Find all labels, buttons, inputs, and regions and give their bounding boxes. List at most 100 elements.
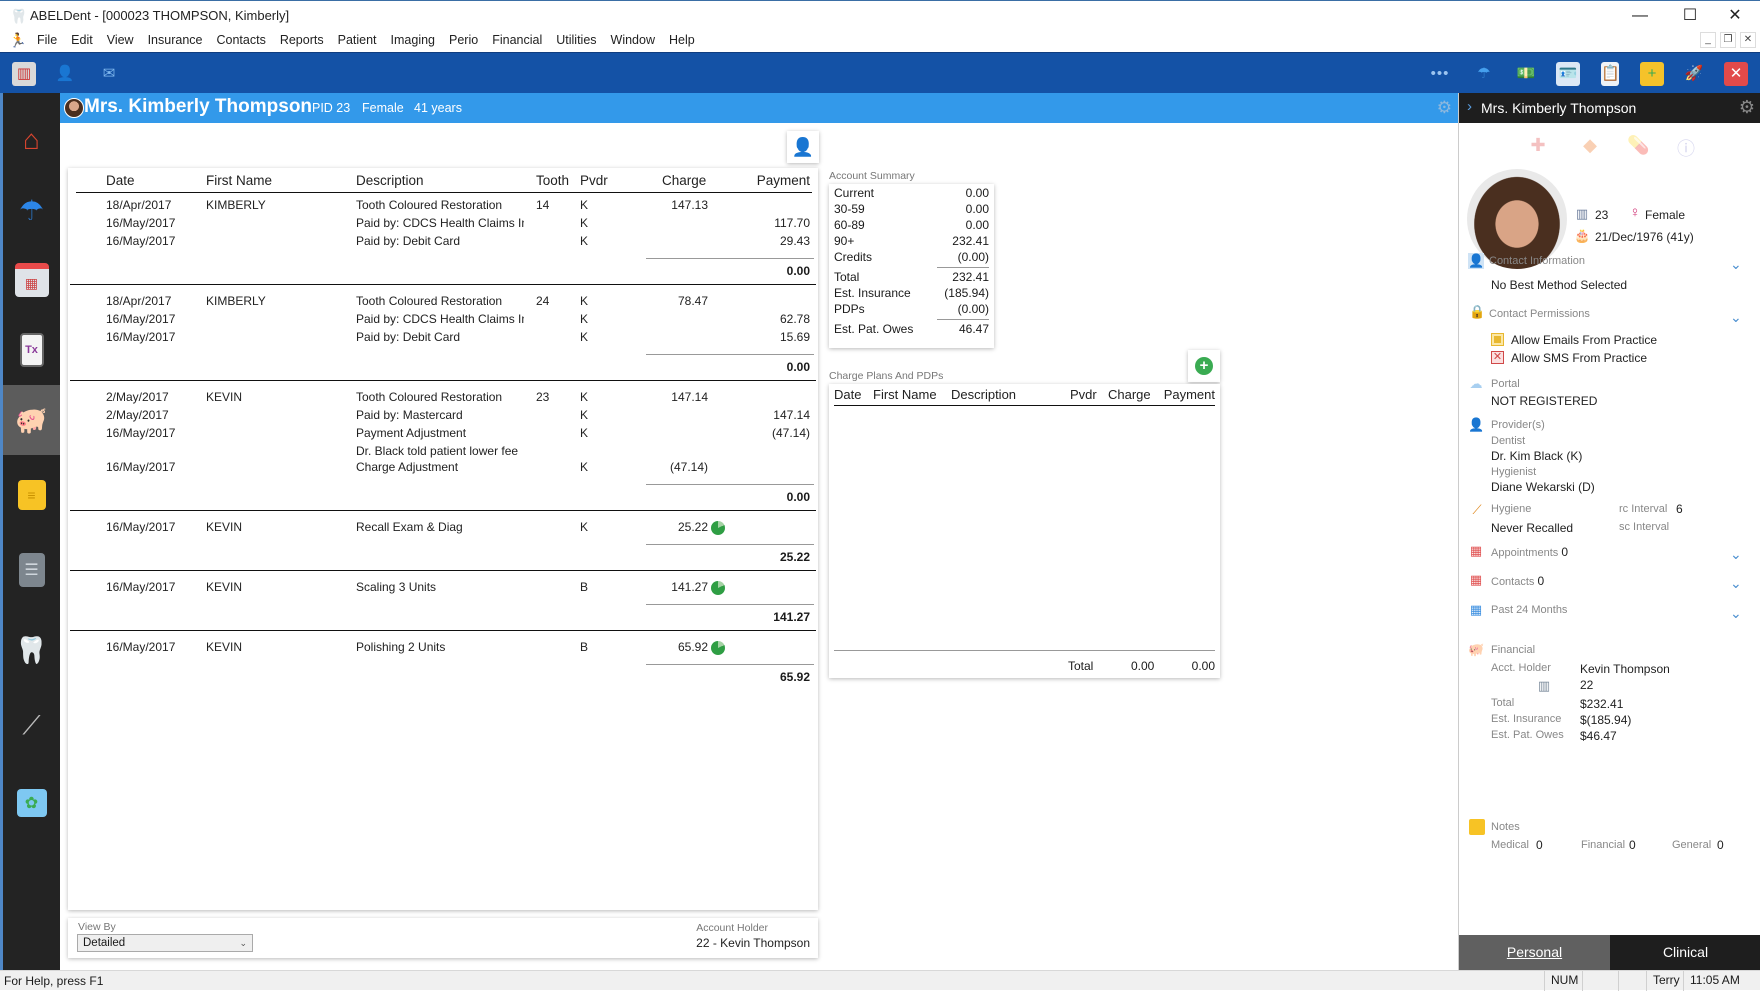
tab-clinical[interactable]: Clinical	[1610, 935, 1760, 970]
nav-financial[interactable]: 🐖	[3, 385, 60, 455]
menu-utilities[interactable]: Utilities	[549, 33, 603, 47]
menu-insurance[interactable]: Insurance	[141, 33, 210, 47]
toolbar: ▥ 👤 ✉ ••• ☂ 💵 🪪 📋 + 🚀 ✕	[0, 52, 1760, 93]
nav-home[interactable]: ⌂	[3, 105, 60, 175]
window-title: ABELDent - [000023 THOMPSON, Kimberly]	[30, 8, 290, 23]
plan-col-description[interactable]: Description	[951, 387, 1016, 402]
patient-gender: Female	[362, 101, 404, 115]
patient-search-icon[interactable]: 👤	[53, 62, 77, 86]
menu-financial[interactable]: Financial	[485, 33, 549, 47]
plan-col-pvdr[interactable]: Pvdr	[1070, 387, 1097, 402]
col-payment[interactable]: Payment	[757, 173, 810, 188]
nav-treatment[interactable]: Tx	[3, 315, 60, 385]
insurance-icon[interactable]: ☂	[1472, 62, 1496, 86]
nav-notes[interactable]: ≡	[3, 460, 60, 530]
barcode-icon: ▥	[1575, 206, 1589, 221]
menu-contacts[interactable]: Contacts	[209, 33, 272, 47]
nav-chart[interactable]: 🦷	[3, 615, 60, 685]
past-24-months-expand-icon[interactable]: ⌄	[1730, 606, 1744, 620]
plan-col-charge[interactable]: Charge	[1108, 387, 1151, 402]
maximize-button[interactable]: ☐	[1670, 5, 1710, 27]
nav-appointments[interactable]: ▦	[3, 245, 60, 315]
add-charge-plan-button[interactable]: +	[1188, 350, 1220, 382]
insurance-estimate-pie-icon[interactable]	[711, 521, 725, 535]
rocket-icon[interactable]: 🚀	[1682, 62, 1706, 86]
acct-holder-name[interactable]: Kevin Thompson	[1580, 662, 1670, 676]
mailbox-icon[interactable]: ✉	[97, 62, 121, 86]
allow-sms-checkbox[interactable]: ✕	[1491, 351, 1504, 364]
allow-emails-checkbox[interactable]	[1491, 333, 1504, 346]
add-note-icon[interactable]: +	[1640, 62, 1664, 86]
nav-perio[interactable]: ⟋	[3, 691, 60, 761]
col-date[interactable]: Date	[106, 173, 135, 188]
ledger-cell-date: 18/Apr/2017	[106, 198, 172, 212]
view-by-select[interactable]: Detailed ⌄	[77, 934, 253, 952]
group-divider	[70, 630, 816, 631]
mdi-minimize-button[interactable]: _	[1700, 32, 1716, 48]
header-gear-icon[interactable]: ⚙	[1437, 98, 1452, 118]
nav-imaging[interactable]: ✿	[3, 768, 60, 838]
menu-imaging[interactable]: Imaging	[384, 33, 442, 47]
medication-icon[interactable]: 💊	[1627, 135, 1649, 157]
summary-row: PDPs (0.00)	[834, 302, 989, 318]
plan-col-date[interactable]: Date	[834, 387, 861, 402]
account-holder-label: Account Holder	[696, 922, 768, 934]
menu-file[interactable]: File	[30, 33, 64, 47]
clipboard-icon[interactable]: 📋	[1601, 62, 1620, 86]
col-tooth[interactable]: Tooth	[536, 173, 569, 188]
col-first-name[interactable]: First Name	[206, 173, 272, 188]
minimize-button[interactable]: —	[1620, 5, 1660, 27]
probe-icon: ⟋	[22, 710, 41, 740]
ledger-cell-desc: Scaling 3 Units	[356, 580, 437, 594]
fin-owes-label: Est. Pat. Owes	[1491, 729, 1564, 741]
nav-insurance[interactable]: ☂	[3, 175, 60, 245]
panel-gear-icon[interactable]: ⚙	[1739, 97, 1755, 118]
col-charge[interactable]: Charge	[662, 173, 706, 188]
close-window-button[interactable]: ✕	[1715, 5, 1755, 27]
appointments-expand-icon[interactable]: ⌄	[1730, 547, 1744, 561]
medical-alert-icon[interactable]: ✚	[1527, 135, 1549, 157]
ledger-icon[interactable]: ▥	[12, 62, 36, 86]
plan-col-first-name[interactable]: First Name	[873, 387, 937, 402]
collapse-chevron-icon[interactable]: ›	[1467, 98, 1472, 115]
patient-settings-button[interactable]: 👤	[787, 131, 819, 163]
mdi-restore-button[interactable]: ❐	[1720, 32, 1736, 48]
menu-help[interactable]: Help	[662, 33, 702, 47]
contact-card-icon: 👤	[1468, 253, 1485, 269]
more-icon[interactable]: •••	[1428, 62, 1452, 86]
contacts-expand-icon[interactable]: ⌄	[1730, 576, 1744, 590]
menu-window[interactable]: Window	[604, 33, 662, 47]
info-icon[interactable]: ⓘ	[1675, 135, 1697, 159]
mdi-close-button[interactable]: ✕	[1740, 32, 1756, 48]
group-divider	[70, 284, 816, 285]
notes-medical-count[interactable]: 0	[1536, 838, 1543, 852]
contact-info-expand-icon[interactable]: ⌄	[1730, 257, 1744, 271]
menu-patient[interactable]: Patient	[331, 33, 384, 47]
menu-perio[interactable]: Perio	[442, 33, 485, 47]
ledger-cell-desc: Paid by: Mastercard	[356, 408, 463, 422]
col-pvdr[interactable]: Pvdr	[580, 173, 608, 188]
allergy-icon[interactable]: ◆	[1579, 135, 1601, 157]
insurance-estimate-pie-icon[interactable]	[711, 641, 725, 655]
charge-plans-label: Charge Plans And PDPs	[829, 370, 944, 382]
ledger-cell-date: 2/May/2017	[106, 408, 169, 422]
hygiene-value: Never Recalled	[1491, 521, 1574, 535]
col-description[interactable]: Description	[356, 173, 424, 188]
summary-row: Total 232.41	[834, 270, 989, 286]
appointments-label: Appointments 0	[1491, 545, 1568, 559]
nav-records[interactable]: ☰	[3, 535, 60, 605]
tab-personal[interactable]: Personal	[1459, 935, 1610, 970]
menu-reports[interactable]: Reports	[273, 33, 331, 47]
notes-financial-count[interactable]: 0	[1629, 838, 1636, 852]
payment-icon[interactable]: 💵	[1514, 62, 1538, 86]
menu-view[interactable]: View	[100, 33, 141, 47]
insurance-estimate-pie-icon[interactable]	[711, 581, 725, 595]
menu-edit[interactable]: Edit	[64, 33, 100, 47]
contact-permissions-expand-icon[interactable]: ⌄	[1730, 310, 1744, 324]
plan-col-payment[interactable]: Payment	[1164, 387, 1215, 402]
notes-general-count[interactable]: 0	[1717, 838, 1724, 852]
patient-pid: PID 23	[312, 101, 351, 115]
app-menu-icon[interactable]: 🏃	[9, 32, 26, 49]
id-card-icon[interactable]: 🪪	[1556, 62, 1580, 86]
close-patient-icon[interactable]: ✕	[1724, 62, 1748, 86]
